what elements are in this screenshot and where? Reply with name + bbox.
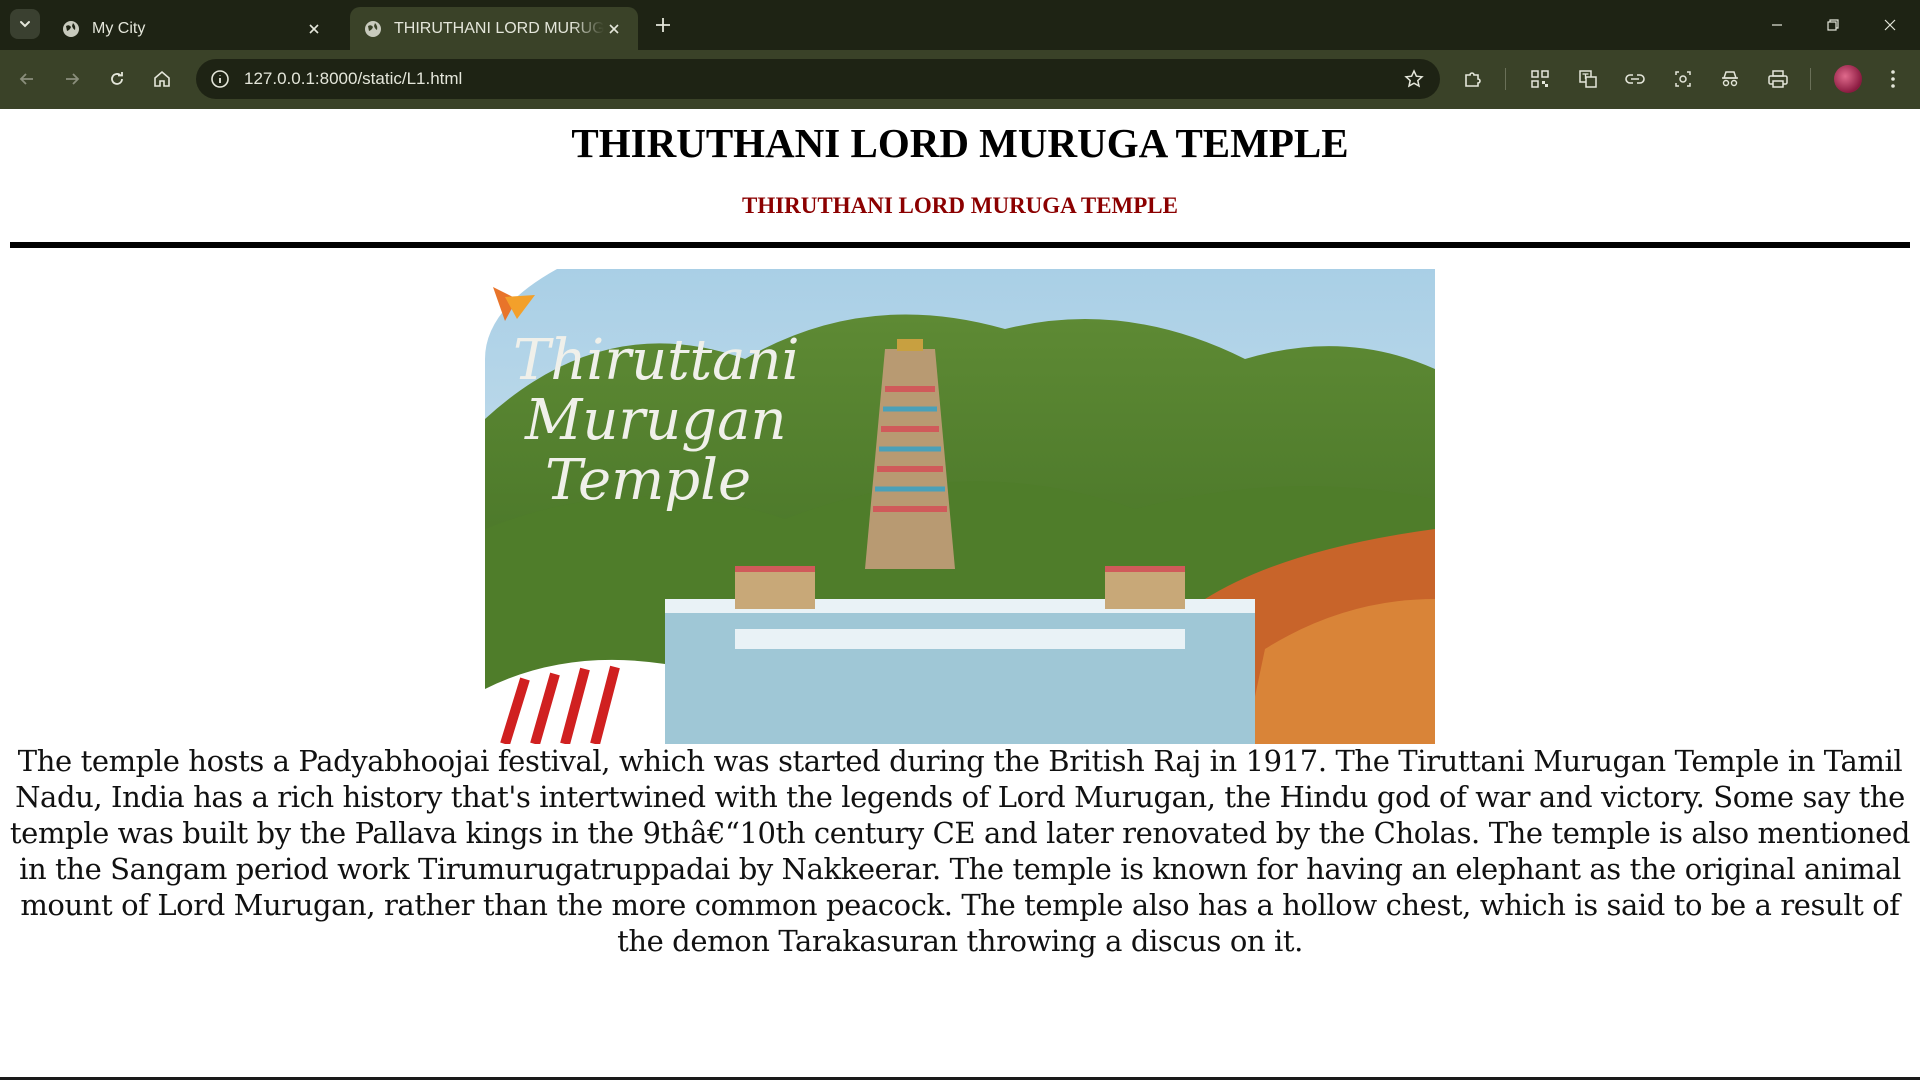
forward-button[interactable] [57,64,87,94]
screenshot-button[interactable] [1668,64,1698,94]
close-tab-icon[interactable] [604,19,624,39]
page-title: THIRUTHANI LORD MURUGA TEMPLE [571,120,1349,166]
temple-image: Thiruttani Murugan Temple [485,269,1435,744]
qr-code-icon [1531,70,1549,88]
translate-icon [1579,70,1597,88]
close-icon [1884,19,1896,31]
menu-button[interactable] [1878,64,1908,94]
minimize-button[interactable] [1762,10,1792,40]
profile-avatar[interactable] [1834,65,1862,93]
tab-search-button[interactable] [10,9,40,39]
extensions-button[interactable] [1458,64,1488,94]
image-title-line-1: Thiruttani [513,328,800,393]
link-icon [1625,74,1645,84]
restore-button[interactable] [1818,10,1848,40]
address-bar[interactable]: 127.0.0.1:8000/static/L1.html [196,59,1440,99]
chevron-down-icon [20,21,30,28]
tab-my-city[interactable]: My City [48,7,338,50]
camera-lens-icon [1675,71,1691,87]
qr-code-button[interactable] [1525,64,1555,94]
back-button[interactable] [12,64,42,94]
info-icon[interactable] [210,69,230,89]
kebab-menu-icon [1891,70,1895,88]
globe-icon [63,20,79,37]
link-button[interactable] [1620,64,1650,94]
incognito-button[interactable] [1715,64,1745,94]
home-button[interactable] [147,64,177,94]
close-window-button[interactable] [1875,10,1905,40]
image-title-line-2: Murugan [524,388,787,453]
minimize-icon [1772,24,1782,26]
star-bookmark-icon[interactable] [1404,69,1424,89]
globe-icon [365,20,381,37]
tab-title: THIRUTHANI LORD MURUGA TEMPLE [394,19,604,37]
print-button[interactable] [1763,64,1793,94]
tab-strip: My City THIRUTHANI LORD MURUGA TEMPLE [0,0,1920,50]
image-title-line-3: Temple [545,448,751,513]
puzzle-icon [1465,72,1481,87]
temple-description: The temple hosts a Padyabhoojai festival… [9,744,1911,958]
plus-icon [656,18,670,32]
reload-button[interactable] [102,64,132,94]
incognito-icon [1722,71,1738,87]
arrow-right-icon [66,73,80,85]
horizontal-rule [10,242,1910,248]
translate-button[interactable] [1573,64,1603,94]
home-icon [154,70,170,87]
tab-thiruthani[interactable]: THIRUTHANI LORD MURUGA TEMPLE [350,7,638,50]
url-text[interactable]: 127.0.0.1:8000/static/L1.html [244,69,462,89]
reload-icon [111,72,123,85]
restore-icon [1827,19,1839,31]
tab-title: My City [92,19,146,37]
new-tab-button[interactable] [650,12,676,38]
page-subtitle: THIRUTHANI LORD MURUGA TEMPLE [742,193,1178,218]
page-content: THIRUTHANI LORD MURUGA TEMPLE THIRUTHANI… [0,109,1920,1080]
close-tab-icon[interactable] [304,19,324,39]
printer-icon [1768,70,1788,88]
arrow-left-icon [19,73,33,85]
